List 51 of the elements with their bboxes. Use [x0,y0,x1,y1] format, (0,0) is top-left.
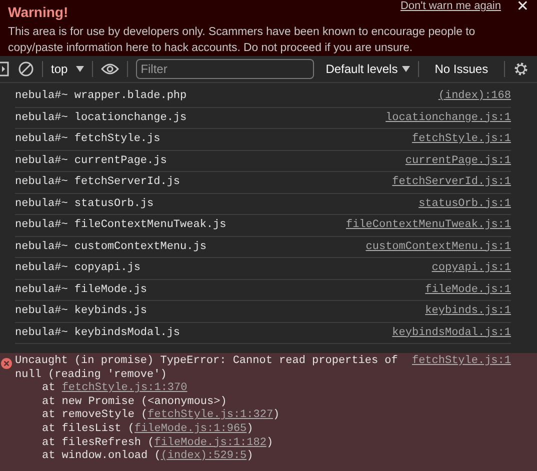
close-button[interactable]: ✕ [516,0,529,15]
source-link[interactable]: fileMode.js:1:965 [134,422,247,435]
log-message: nebula#~ fetchServerId.js [15,175,180,190]
source-link[interactable]: fetchStyle.js:1:370 [62,382,188,394]
error-message: Uncaught (in promise) TypeError: Cannot read properties of null (reading 'remove') [15,355,399,382]
levels-dropdown[interactable]: Default levels [326,60,410,78]
settings-icon[interactable] [513,61,530,77]
log-message: nebula#~ copyapi.js [15,261,140,276]
source-link[interactable]: fetchStyle.js:1 [412,131,511,148]
stack-frame: at filesRefresh (fileMode.js:1:182) [15,436,511,450]
source-link[interactable]: fileMode.js:1:182 [154,436,266,449]
log-message: nebula#~ statusOrb.js [15,196,154,212]
source-link[interactable]: keybindsModal.js:1 [392,324,511,341]
source-link[interactable]: currentPage.js:1 [405,152,511,169]
issues-button[interactable]: No Issues [434,60,488,78]
warning-message: This area is for use by developers only. Scammers have been known to encourage people to copy/paste information here to hack accounts. Do not proceed if you are unsure. [8,25,476,56]
log-message: nebula#~ customContextMenu.js [15,240,206,254]
source-link[interactable]: statusOrb.js:1 [418,196,511,212]
stack-frame: at window.onload ((index):529:5) [15,450,511,464]
log-message: nebula#~ currentPage.js [15,154,167,168]
source-link[interactable]: copyapi.js:1 [432,260,511,276]
clear-icon[interactable] [18,61,34,77]
source-link[interactable]: customContextMenu.js:1 [366,238,511,255]
log-message: nebula#~ keybindsModal.js [15,326,180,340]
log-message: nebula#~ fileContextMenuTweak.js [15,218,226,233]
sidebar-toggle-icon[interactable] [0,61,10,77]
source-link[interactable]: fileContextMenuTweak.js:1 [346,217,511,234]
source-link[interactable]: locationchange.js:1 [386,110,511,126]
source-link[interactable]: fetchStyle.js:1 [412,355,511,382]
stack-frame: at filesList (fileMode.js:1:965) [15,422,511,437]
stack-frame: at new Promise (<anonymous>) [15,396,511,410]
log-message: nebula#~ fileMode.js [15,282,148,298]
log-message: nebula#~ wrapper.blade.php [15,89,187,104]
stack-frame: at removeStyle (fetchStyle.js:1:327) [15,409,511,423]
log-message: nebula#~ fetchStyle.js [15,132,160,147]
source-link[interactable]: fetchServerId.js:1 [392,174,511,190]
stack-frame: at fetchStyle.js:1:370 [15,382,511,396]
source-link[interactable]: keybinds.js:1 [425,303,511,320]
filter-field[interactable]: Filter [136,59,314,79]
caret-icon[interactable] [76,66,84,72]
source-link[interactable]: fileMode.js:1 [425,282,511,298]
context-dropdown[interactable]: top [51,60,84,78]
warning-title: Warning! [8,4,68,20]
source-link[interactable]: (index):529:5 [160,450,247,462]
caret-icon[interactable] [402,66,410,72]
eye-icon[interactable] [100,63,119,75]
log-message: nebula#~ keybinds.js [15,304,148,319]
source-link[interactable]: fetchStyle.js:1:327 [148,409,274,422]
source-link[interactable]: (index):168 [438,88,511,104]
log-message: nebula#~ locationchange.js [15,110,187,126]
dismiss-link[interactable]: Don't warn me again [400,0,501,13]
